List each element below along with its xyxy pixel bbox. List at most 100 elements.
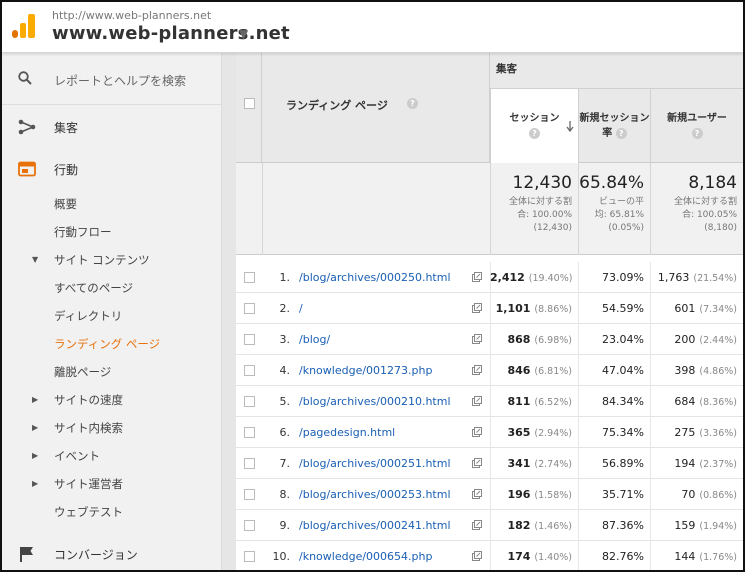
table-row: 4. /knowledge/001273.php 846 (6.81%) 47.0… — [236, 355, 743, 386]
chevron-down-icon[interactable]: ▼ — [239, 27, 248, 41]
open-link-icon[interactable] — [472, 303, 482, 313]
acquisition-group-label: 集客 — [496, 63, 517, 75]
new-session-rate-column-header[interactable]: 新規セッション率 ? — [578, 89, 650, 163]
row-checkbox[interactable] — [244, 303, 255, 314]
row-checkbox[interactable] — [244, 551, 255, 562]
row-checkbox[interactable] — [244, 489, 255, 500]
nav-overview-label: 概要 — [54, 197, 77, 211]
nav-overview[interactable]: 概要 — [2, 190, 221, 218]
new-session-rate-cell: 84.34% — [602, 395, 644, 408]
landing-page-link[interactable]: /knowledge/000654.php — [299, 550, 432, 563]
nav-behavior-flow[interactable]: 行動フロー — [2, 218, 221, 246]
analytics-logo-icon[interactable] — [12, 14, 36, 38]
new-users-cell: 194 (2.37%) — [674, 457, 737, 470]
acquisition-icon — [18, 119, 36, 135]
row-checkbox[interactable] — [244, 334, 255, 345]
new-session-rate-label-2: 率 — [602, 128, 613, 139]
landing-page-link[interactable]: /blog/archives/000241.html — [299, 519, 451, 532]
summary-sessions-value: 12,430 — [512, 173, 572, 193]
new-session-rate-cell: 75.34% — [602, 426, 644, 439]
landing-page-link[interactable]: / — [299, 302, 303, 315]
sessions-cell: 846 (6.81%) — [507, 364, 572, 377]
landing-page-link[interactable]: /blog/archives/000251.html — [299, 457, 451, 470]
nav-site-content[interactable]: ▼ サイト コンテンツ — [2, 246, 221, 274]
new-session-rate-label-1: 新規セッション — [579, 113, 650, 124]
nav-all-pages[interactable]: すべてのページ — [2, 274, 221, 302]
open-link-icon[interactable] — [472, 551, 482, 561]
nav-site-speed-label: サイトの速度 — [54, 393, 123, 407]
row-checkbox[interactable] — [244, 458, 255, 469]
select-all-checkbox[interactable] — [244, 98, 255, 109]
landing-page-column-header[interactable]: ランディング ページ ? — [262, 53, 490, 163]
landing-page-link[interactable]: /blog/archives/000253.html — [299, 488, 451, 501]
landing-page-link[interactable]: /blog/archives/000250.html — [299, 271, 451, 284]
nav-site-speed[interactable]: ▶ サイトの速度 — [2, 386, 221, 414]
summary-sessions-total: (12,430) — [533, 223, 572, 233]
open-link-icon[interactable] — [472, 489, 482, 499]
open-link-icon[interactable] — [472, 365, 482, 375]
row-checkbox[interactable] — [244, 272, 255, 283]
help-icon[interactable]: ? — [691, 127, 703, 139]
new-session-rate-cell: 47.04% — [602, 364, 644, 377]
open-link-icon[interactable] — [472, 334, 482, 344]
open-link-icon[interactable] — [472, 427, 482, 437]
nav-landing-pages[interactable]: ランディング ページ — [2, 330, 221, 358]
nav-behavior-label: 行動 — [54, 163, 79, 177]
nav-web-test[interactable]: ウェブテスト — [2, 498, 221, 526]
report-search[interactable]: レポートとヘルプを検索 — [2, 53, 221, 105]
summary-sessions: 12,430 全体に対する割 合: 100.00% (12,430) — [490, 163, 578, 255]
sessions-column-header[interactable]: セッション? — [490, 89, 578, 163]
nav-directory[interactable]: ディレクトリ — [2, 302, 221, 330]
new-users-cell: 398 (4.86%) — [674, 364, 737, 377]
help-icon[interactable]: ? — [407, 98, 418, 109]
nav-acquisition[interactable]: 集客 — [2, 107, 221, 147]
row-checkbox[interactable] — [244, 520, 255, 531]
open-link-icon[interactable] — [472, 520, 482, 530]
new-users-cell: 70 (0.86%) — [681, 488, 737, 501]
help-icon[interactable]: ? — [529, 127, 540, 139]
analytics-window: http://www.web-planners.net www.web-plan… — [0, 0, 745, 572]
sessions-cell: 196 (1.58%) — [507, 488, 572, 501]
row-number: 1. — [279, 271, 291, 284]
landing-page-link[interactable]: /pagedesign.html — [299, 426, 395, 439]
table-row: 7. /blog/archives/000251.html 341 (2.74%)… — [236, 448, 743, 479]
new-session-rate-cell: 23.04% — [602, 333, 644, 346]
row-number: 6. — [279, 426, 291, 439]
row-checkbox[interactable] — [244, 365, 255, 376]
landing-page-link[interactable]: /blog/archives/000210.html — [299, 395, 451, 408]
nav-conversions[interactable]: コンバージョン — [2, 534, 221, 570]
landing-page-link[interactable]: /knowledge/001273.php — [299, 364, 432, 377]
new-users-cell: 144 (1.76%) — [674, 550, 737, 563]
nav-web-test-label: ウェブテスト — [54, 505, 123, 519]
nav-site-search[interactable]: ▶ サイト内検索 — [2, 414, 221, 442]
nav-exit-pages-label: 離脱ページ — [54, 365, 112, 379]
new-users-cell: 1,763 (21.54%) — [657, 271, 737, 284]
new-users-cell: 275 (3.36%) — [674, 426, 737, 439]
row-checkbox[interactable] — [244, 396, 255, 407]
summary-blank — [262, 163, 490, 255]
search-placeholder: レポートとヘルプを検索 — [54, 74, 187, 88]
summary-users-percent: 合: 100.05% — [682, 210, 737, 220]
nav-events[interactable]: ▶ イベント — [2, 442, 221, 470]
sessions-cell: 365 (2.94%) — [507, 426, 572, 439]
open-link-icon[interactable] — [472, 272, 482, 282]
property-selector[interactable]: www.web-planners.net — [52, 23, 290, 44]
table-row: 5. /blog/archives/000210.html 811 (6.52%)… — [236, 386, 743, 417]
row-number: 4. — [279, 364, 291, 377]
landing-page-link[interactable]: /blog/ — [299, 333, 330, 346]
landing-page-header-label: ランディング ページ — [286, 99, 388, 112]
select-all-cell — [236, 53, 262, 163]
row-checkbox[interactable] — [244, 427, 255, 438]
table-row: 6. /pagedesign.html 365 (2.94%) 75.34% 27… — [236, 417, 743, 448]
triangle-right-icon: ▶ — [32, 451, 39, 460]
nav-exit-pages[interactable]: 離脱ページ — [2, 358, 221, 386]
nav-behavior-flow-label: 行動フロー — [54, 225, 112, 239]
open-link-icon[interactable] — [472, 458, 482, 468]
nav-publisher[interactable]: ▶ サイト運営者 — [2, 470, 221, 498]
row-number: 2. — [279, 302, 291, 315]
open-link-icon[interactable] — [472, 396, 482, 406]
nav-events-label: イベント — [54, 449, 100, 463]
help-icon[interactable]: ? — [615, 127, 627, 139]
nav-behavior[interactable]: 行動 — [2, 149, 221, 189]
new-users-column-header[interactable]: 新規ユーザー? — [650, 89, 743, 163]
